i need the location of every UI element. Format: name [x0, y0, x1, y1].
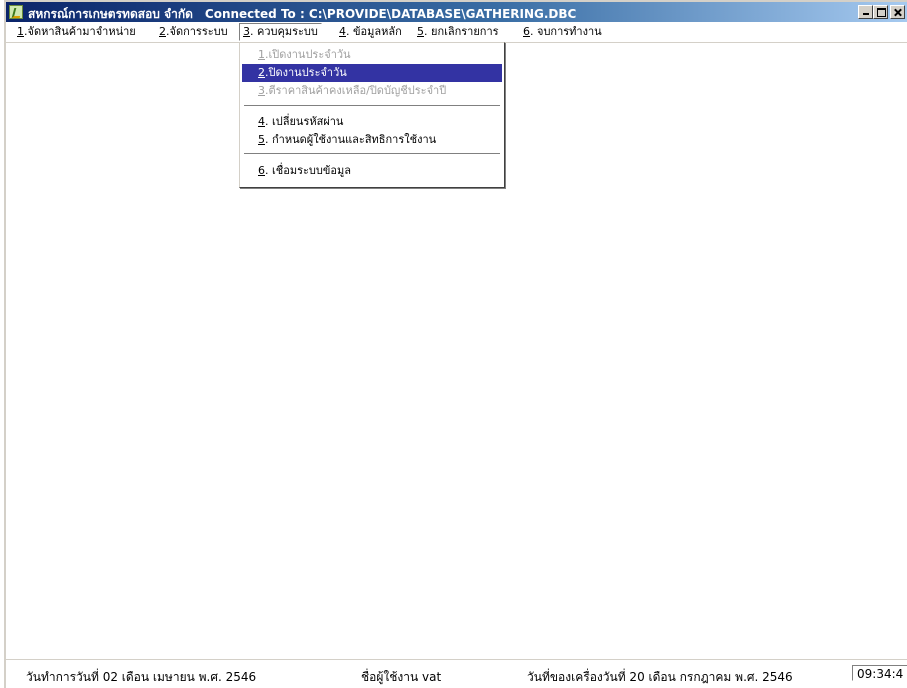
open-daily-label: .เปิดงานประจำวัน [265, 48, 351, 61]
current-user: ชื่อผู้ใช้งาน vat [361, 670, 442, 684]
menu-system-control-key: 3 [243, 25, 250, 38]
system-control-dropdown: 1.เปิดงานประจำวัน 2.ปิดงานประจำวัน 3.ตีร… [239, 42, 505, 188]
data-link-label: . เชื่อมระบบข้อมูล [265, 164, 351, 177]
app-icon[interactable] [9, 5, 23, 19]
close-daily-key: 2 [258, 66, 265, 79]
status-bar: วันทำการวันที่ 02 เดือน เมษายน พ.ศ. 2546… [6, 659, 907, 688]
close-button[interactable] [890, 5, 905, 19]
menu-system-control-label: . ควบคุมระบบ [250, 25, 318, 38]
menu-procurement-key: 1 [17, 25, 24, 38]
menu-separator [244, 153, 500, 155]
menu-master-data-key: 4 [339, 25, 346, 38]
close-daily-label: .ปิดงานประจำวัน [265, 66, 347, 79]
menu-open-daily-work[interactable]: 1.เปิดงานประจำวัน [242, 46, 502, 64]
open-daily-key: 1 [258, 48, 265, 61]
menu-exit-key: 6 [523, 25, 530, 38]
menu-exit[interactable]: 6. จบการทำงาน [520, 23, 605, 41]
menu-system-admin-label: .จัดการระบบ [166, 25, 228, 38]
menu-inventory-valuation[interactable]: 3.ตีราคาสินค้าคงเหลือ/ปิดบัญชีประจำปี [242, 82, 502, 100]
menu-cancel-transaction[interactable]: 5. ยกเลิกรายการ [414, 23, 502, 41]
menu-system-control[interactable]: 3. ควบคุมระบบ [239, 23, 322, 41]
menu-cancel-transaction-label: . ยกเลิกรายการ [424, 25, 499, 38]
minimize-button[interactable] [858, 5, 873, 19]
menu-bar: 1.จัดหาสินค้ามาจำหน่าย 2.จัดการระบบ 3. ค… [6, 22, 907, 43]
change-password-key: 4 [258, 115, 265, 128]
title-bar[interactable]: สหกรณ์การเกษตรทดสอบ จำกัด Connected To : … [6, 2, 907, 22]
menu-data-link[interactable]: 6. เชื่อมระบบข้อมูล [242, 162, 502, 180]
menu-user-permissions[interactable]: 5. กำหนดผู้ใช้งานและสิทธิการใช้งาน [242, 131, 502, 149]
change-password-label: . เปลี่ยนรหัสผ่าน [265, 115, 344, 128]
inventory-valuation-label: .ตีราคาสินค้าคงเหลือ/ปิดบัญชีประจำปี [265, 84, 447, 97]
menu-system-admin-key: 2 [159, 25, 166, 38]
menu-exit-label: . จบการทำงาน [530, 25, 602, 38]
menu-separator [244, 105, 500, 107]
title-app-name: สหกรณ์การเกษตรทดสอบ จำกัด [28, 7, 193, 21]
menu-procurement-label: .จัดหาสินค้ามาจำหน่าย [24, 25, 136, 38]
clock-display: 09:34:4 [852, 665, 907, 681]
inventory-valuation-key: 3 [258, 84, 265, 97]
main-window: สหกรณ์การเกษตรทดสอบ จำกัด Connected To : … [4, 0, 907, 688]
maximize-button[interactable] [873, 5, 888, 19]
menu-cancel-transaction-key: 5 [417, 25, 424, 38]
data-link-key: 6 [258, 164, 265, 177]
user-permissions-key: 5 [258, 133, 265, 146]
machine-date: วันที่ของเครื่องวันที่ 20 เดือน กรกฎาคม … [527, 670, 793, 684]
menu-master-data[interactable]: 4. ข้อมูลหลัก [336, 23, 405, 41]
title-connection: Connected To : C:\PROVIDE\DATABASE\GATHE… [204, 7, 577, 21]
menu-close-daily-work[interactable]: 2.ปิดงานประจำวัน [242, 64, 502, 82]
user-permissions-label: . กำหนดผู้ใช้งานและสิทธิการใช้งาน [265, 133, 437, 146]
work-date: วันทำการวันที่ 02 เดือน เมษายน พ.ศ. 2546 [26, 670, 257, 684]
menu-system-admin[interactable]: 2.จัดการระบบ [156, 23, 231, 41]
window-controls [858, 5, 905, 19]
menu-change-password[interactable]: 4. เปลี่ยนรหัสผ่าน [242, 113, 502, 131]
menu-procurement[interactable]: 1.จัดหาสินค้ามาจำหน่าย [14, 23, 139, 41]
menu-master-data-label: . ข้อมูลหลัก [346, 25, 402, 38]
